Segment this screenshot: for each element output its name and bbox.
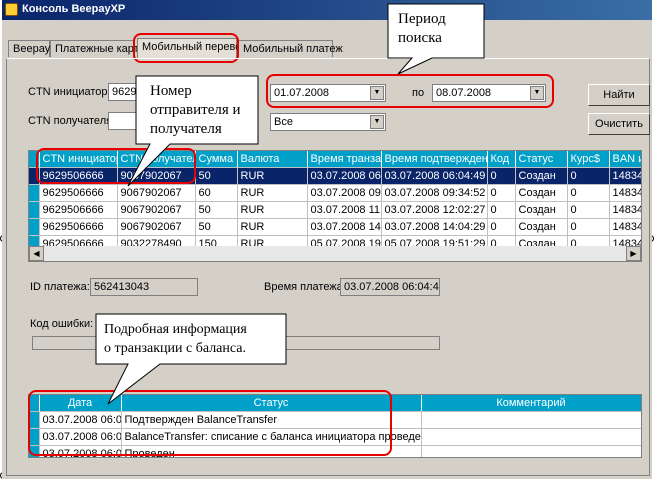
callout-period-text: Период поиска [398, 10, 446, 48]
callout-period-line: Период [398, 11, 446, 27]
callout-info-line: Подробная информация [104, 322, 247, 337]
callout-numbers-text: Номер отправителя и получателя [150, 82, 241, 139]
callout-numbers-line: получателя [150, 121, 222, 137]
callout-info-line: о транзакции с баланса. [104, 341, 246, 356]
callout-numbers-line: отправителя и [150, 102, 241, 118]
callout-info-text: Подробная информация о транзакции с бала… [104, 320, 247, 358]
callout-numbers-line: Номер [150, 83, 192, 99]
callout-period-bubble [95, 3, 485, 405]
callout-period-line: поиска [398, 30, 442, 46]
